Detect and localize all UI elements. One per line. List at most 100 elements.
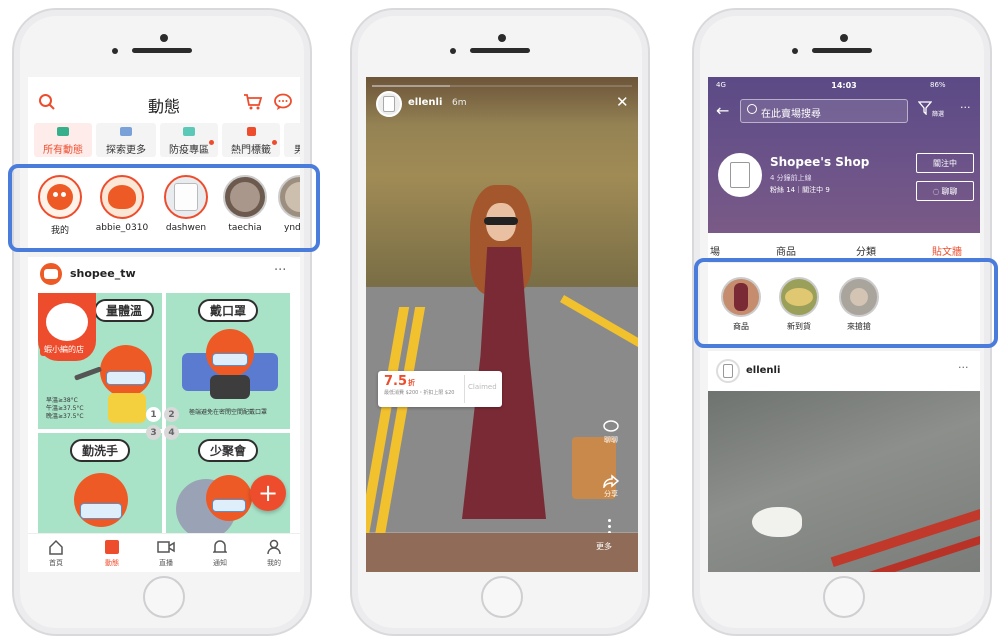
- nav-feed[interactable]: 動態: [90, 538, 134, 568]
- pager-dot[interactable]: 4: [164, 425, 179, 440]
- new-dot: [209, 140, 214, 145]
- cart-icon[interactable]: [242, 91, 264, 113]
- tab-men[interactable]: 男仕: [284, 123, 300, 157]
- mask-illustration: [212, 499, 246, 512]
- action-label: 聊聊: [604, 436, 618, 444]
- mascot-body: [108, 393, 146, 423]
- chat-button[interactable]: ◌ 聊聊: [916, 181, 974, 201]
- tab-post-wall[interactable]: 貼文牆: [932, 243, 962, 258]
- home-button[interactable]: [823, 576, 865, 618]
- live-icon: [157, 538, 175, 556]
- chat-icon: [598, 419, 624, 435]
- chat-bubble-icon: ◌: [932, 186, 940, 196]
- story-username[interactable]: ellenli: [408, 97, 442, 108]
- follow-button[interactable]: 關注中: [916, 153, 974, 173]
- tile-mask[interactable]: 戴口罩 極端避免在密閉空間配戴口罩: [166, 293, 290, 429]
- suit-illustration: [210, 375, 250, 399]
- back-arrow-icon[interactable]: ←: [716, 101, 729, 120]
- claimed-button[interactable]: Claimed: [468, 383, 497, 391]
- camera: [160, 34, 168, 42]
- story-user-avatar[interactable]: [376, 91, 402, 117]
- pager-dot[interactable]: 1: [146, 407, 161, 422]
- coupon-conditions: 最低消費 $200・折扣上限 $20: [384, 390, 455, 396]
- thermometer-icon: [73, 366, 103, 381]
- shop-online-status: 4 分鐘前上線: [770, 174, 812, 182]
- tab-store[interactable]: 場: [710, 243, 720, 258]
- post-avatar[interactable]: [716, 359, 740, 383]
- story-header-bg: [366, 77, 638, 125]
- mascot-illustration: [206, 475, 252, 521]
- highlights-highlight-box: [694, 258, 998, 348]
- phone-story: ellenli 6m ✕ 7.5折 最低消費 $200・折扣上限 $20 Cla…: [350, 8, 650, 636]
- coupon-price: 7.5折: [384, 374, 415, 389]
- tab-products[interactable]: 商品: [776, 243, 796, 258]
- pager-dot[interactable]: 3: [146, 425, 161, 440]
- chat-icon[interactable]: [272, 91, 294, 113]
- nav-label: 首頁: [49, 559, 63, 567]
- home-button[interactable]: [143, 576, 185, 618]
- nav-me[interactable]: 我的: [252, 538, 296, 568]
- shop-name: Shopee's Shop: [770, 155, 870, 169]
- create-post-button[interactable]: +: [250, 475, 286, 511]
- more-icon[interactable]: ···: [960, 101, 971, 114]
- filter-button[interactable]: 篩選: [918, 101, 948, 121]
- person-icon: [265, 538, 283, 556]
- more-dots-icon[interactable]: [608, 519, 612, 534]
- nav-live[interactable]: 直播: [144, 538, 188, 568]
- tab-all-posts[interactable]: 所有動態: [34, 123, 92, 157]
- story-time: 6m: [452, 98, 467, 108]
- speaker: [470, 48, 530, 53]
- tile-handwash[interactable]: 勤洗手: [38, 433, 162, 537]
- feed-icon: [103, 538, 121, 556]
- tab-explore[interactable]: 探索更多: [96, 123, 156, 157]
- chat-label: 聊聊: [941, 186, 958, 196]
- story-screen: ellenli 6m ✕ 7.5折 最低消費 $200・折扣上限 $20 Cla…: [366, 77, 638, 572]
- sensor: [112, 48, 118, 54]
- shop-search-input[interactable]: 在此賣場搜尋: [740, 99, 908, 123]
- phone-feed: 動態 所有動態 探索更多 防疫專區 熱門標籤 男 我的 abbie_0310 d…: [12, 8, 312, 636]
- shop-badge-label: 蝦小編的店: [40, 343, 88, 356]
- post-avatar[interactable]: [38, 261, 64, 287]
- nav-label: 直播: [159, 559, 173, 567]
- speaker: [812, 48, 872, 53]
- nav-home[interactable]: 首頁: [34, 538, 78, 568]
- shop-stats: 粉絲 14｜關注中 9: [770, 186, 830, 194]
- speaker: [132, 48, 192, 53]
- post-more-icon[interactable]: ···: [958, 361, 969, 374]
- coupon-card[interactable]: 7.5折 最低消費 $200・折扣上限 $20 Claimed: [378, 371, 502, 407]
- coupon-divider: [464, 375, 465, 403]
- post-username[interactable]: shopee_tw: [70, 267, 136, 280]
- home-button[interactable]: [481, 576, 523, 618]
- post-more-icon[interactable]: ···: [274, 263, 286, 278]
- home-icon: [47, 538, 65, 556]
- tab-categories[interactable]: 分類: [856, 243, 876, 258]
- shop-avatar[interactable]: [718, 153, 762, 197]
- tab-hot-tags[interactable]: 熱門標籤: [222, 123, 280, 157]
- railing-illustration: [830, 504, 980, 568]
- mask-illustration: [80, 503, 122, 519]
- price-unit: 折: [408, 379, 416, 387]
- pager-dot[interactable]: 2: [164, 407, 179, 422]
- note-line: 午溫≥37.5°C: [46, 405, 84, 412]
- search-placeholder: 在此賣場搜尋: [761, 109, 821, 120]
- filter-label: 篩選: [932, 111, 945, 118]
- tab-epidemic[interactable]: 防疫專區: [160, 123, 218, 157]
- share-action[interactable]: 分享: [598, 473, 624, 499]
- stories-highlight-box: [8, 164, 320, 252]
- price-value: 7.5: [384, 374, 408, 389]
- post-username[interactable]: ellenli: [746, 365, 780, 376]
- nav-label: 動態: [105, 559, 119, 567]
- bottom-nav: 首頁 動態 直播 通知 我的: [28, 533, 300, 572]
- more-label[interactable]: 更多: [596, 541, 612, 552]
- status-battery: 86%: [930, 81, 946, 89]
- close-icon[interactable]: ✕: [616, 93, 629, 111]
- filter-icon: [918, 101, 932, 115]
- nav-notifications[interactable]: 通知: [198, 538, 242, 568]
- chat-action[interactable]: 聊聊: [598, 419, 624, 445]
- tile-note: 極端避免在密閉空間配戴口罩: [188, 409, 267, 416]
- tile-title: 少聚會: [197, 439, 259, 462]
- tile-temperature[interactable]: 量體溫 蝦小編的店 早溫≥38°C 午溫≥37.5°C 晚溫≥37.5°C: [38, 293, 162, 429]
- action-label: 分享: [604, 490, 618, 498]
- tile-notes: 早溫≥38°C 午溫≥37.5°C 晚溫≥37.5°C: [46, 397, 84, 421]
- note-line: 早溫≥38°C: [46, 397, 78, 404]
